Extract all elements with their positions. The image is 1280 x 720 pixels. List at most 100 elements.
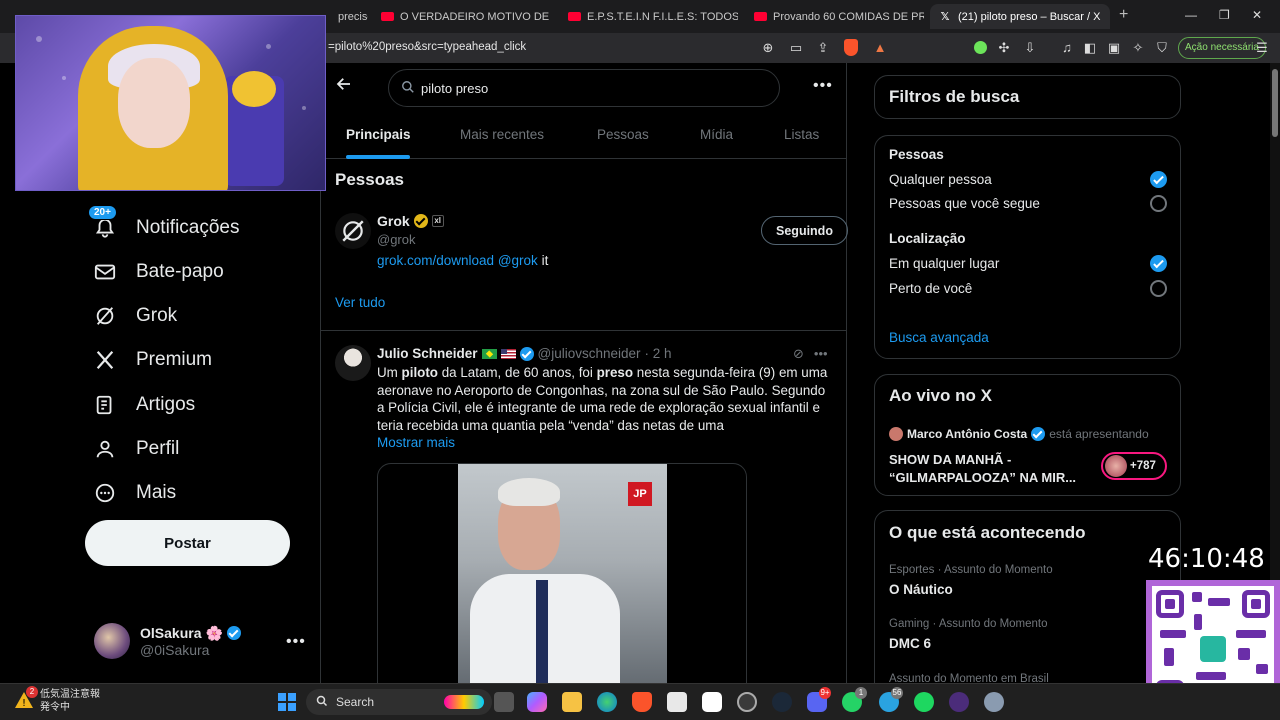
tweet-time[interactable]: · 2 h — [645, 346, 672, 361]
tab-listas[interactable]: Listas — [784, 127, 819, 142]
tab-midia[interactable]: Mídia — [700, 127, 733, 142]
app-purple-icon[interactable] — [949, 692, 969, 712]
sidebar-item-profile[interactable]: Perfil — [92, 436, 179, 462]
grok-analyze-icon[interactable]: ⊘ — [793, 346, 804, 362]
sidebar-item-premium[interactable]: Premium — [92, 347, 212, 373]
person-icon — [92, 436, 118, 462]
trend-name[interactable]: O Náutico — [889, 582, 953, 597]
bio-link-download[interactable]: grok.com/download — [377, 253, 494, 268]
trend-name[interactable]: DMC 6 — [889, 636, 931, 651]
radio-checked-icon[interactable] — [1150, 255, 1167, 272]
task-view-icon[interactable] — [494, 692, 514, 712]
edge-icon[interactable] — [597, 692, 617, 712]
zoom-icon[interactable]: ⊕ — [760, 40, 776, 56]
weather-widget[interactable]: 低気温注意報 発令中 — [40, 688, 100, 714]
tweet-more-icon[interactable]: ••• — [814, 346, 828, 362]
extensions-icon[interactable]: ✣ — [996, 40, 1012, 56]
post-button[interactable]: Postar — [85, 520, 290, 566]
settings-icon[interactable] — [984, 692, 1004, 712]
obs-icon[interactable] — [737, 692, 757, 712]
steam-icon[interactable] — [772, 692, 792, 712]
wallet-icon[interactable]: ▣ — [1106, 40, 1122, 56]
advanced-search-link[interactable]: Busca avançada — [889, 330, 989, 345]
live-host-row[interactable]: Marco Antônio Costa está apresentando — [889, 427, 1149, 441]
browser-tab-x-active[interactable]: 𝕏 (21) piloto preso – Buscar / X ✕ — [930, 4, 1110, 29]
bio-mention[interactable]: @grok — [498, 253, 538, 268]
browser-tab-fragment[interactable]: preciso c — [330, 4, 368, 29]
sidebar-item-more[interactable]: Mais — [92, 480, 176, 506]
ai-icon[interactable]: ✧ — [1130, 40, 1146, 56]
maximize-icon[interactable]: ❐ — [1219, 8, 1230, 22]
sidebar-item-label: Mais — [136, 482, 177, 503]
browser-tab-youtube-3[interactable]: Provando 60 COMIDAS DE PRAIA — [746, 4, 924, 29]
filter-near-you[interactable]: Perto de você — [889, 280, 1171, 297]
browser-tab-youtube-2[interactable]: E.P.S.T.E.I.N F.I.L.E.S: TODOS os SEG — [560, 4, 738, 29]
minimize-icon[interactable]: — — [1185, 8, 1197, 22]
menu-icon[interactable]: ☰ — [1254, 40, 1270, 56]
search-more-icon[interactable]: ••• — [813, 77, 833, 95]
new-tab-icon[interactable]: + — [1119, 6, 1128, 24]
live-listeners-pill[interactable]: +787 — [1101, 452, 1167, 480]
tab-mais-recentes[interactable]: Mais recentes — [460, 127, 544, 142]
capcut-icon[interactable] — [702, 692, 722, 712]
see-all-link[interactable]: Ver tudo — [335, 295, 385, 310]
sidebar-item-articles[interactable]: Artigos — [92, 392, 195, 418]
radio-empty-icon[interactable] — [1150, 195, 1167, 212]
brave-rewards-icon[interactable]: ▲ — [872, 40, 888, 56]
windows-taskbar: ! 2 低気温注意報 発令中 Search 9+ 1 56 — [0, 683, 1280, 720]
author-handle[interactable]: @juliovschneider — [538, 346, 641, 361]
file-explorer-icon[interactable] — [562, 692, 582, 712]
windows-start-icon[interactable] — [278, 693, 296, 711]
share-icon[interactable]: ⇪ — [815, 40, 831, 56]
search-input[interactable]: piloto preso — [388, 69, 780, 107]
tweet-media[interactable]: JP — [377, 463, 747, 683]
filter-anywhere[interactable]: Em qualquer lugar — [889, 255, 1171, 272]
filter-people-you-follow[interactable]: Pessoas que você segue — [889, 195, 1171, 212]
live-show-title[interactable]: SHOW DA MANHÃ - “GILMARPALOOZA” NA MIR..… — [889, 451, 1089, 487]
trend-category: Assunto do Momento em Brasil — [889, 673, 1049, 683]
action-required-button[interactable]: Ação necessária — [1178, 37, 1266, 59]
sidebar-item-chat[interactable]: Bate-papo — [92, 259, 224, 285]
filter-anyone[interactable]: Qualquer pessoa — [889, 171, 1171, 188]
scrollbar-thumb[interactable] — [1272, 69, 1278, 137]
radio-empty-icon[interactable] — [1150, 280, 1167, 297]
download-icon[interactable]: ⇩ — [1022, 40, 1038, 56]
tie-shape — [536, 580, 548, 683]
account-switcher[interactable]: OlSakura 🌸 @0iSakura — [94, 623, 241, 659]
webcam-overlay — [15, 15, 326, 191]
following-button[interactable]: Seguindo — [761, 216, 848, 245]
radio-checked-icon[interactable] — [1150, 171, 1167, 188]
qr-eye — [1156, 590, 1184, 618]
close-window-icon[interactable]: ✕ — [1252, 8, 1262, 22]
tweet-text: Um piloto da Latam, de 60 anos, foi pres… — [377, 365, 828, 433]
filters-title: Filtros de busca — [889, 87, 1020, 106]
vpn-shield-icon[interactable]: ⛉ — [1154, 40, 1170, 56]
store-icon[interactable] — [667, 692, 687, 712]
music-icon[interactable]: ♫ — [1059, 40, 1075, 56]
cast-icon[interactable]: ▭ — [788, 40, 804, 56]
brave-icon[interactable] — [632, 692, 652, 712]
account-more-icon[interactable]: ••• — [286, 633, 306, 651]
user-name: Grok — [377, 213, 410, 229]
spotify-icon[interactable] — [914, 692, 934, 712]
back-arrow-icon[interactable] — [335, 75, 353, 98]
copilot-icon[interactable] — [527, 692, 547, 712]
sidebar-item-grok[interactable]: Grok — [92, 303, 177, 329]
taskbar-search[interactable]: Search — [306, 689, 492, 715]
qr-module — [1208, 598, 1230, 606]
tab-principais[interactable]: Principais — [346, 127, 411, 142]
url-field[interactable]: =piloto%20preso&src=typeahead_click — [328, 41, 526, 53]
extension-green-icon[interactable] — [974, 41, 987, 54]
tab-pessoas[interactable]: Pessoas — [597, 127, 649, 142]
profile-name-row: OlSakura 🌸 — [140, 625, 241, 642]
sidebar-item-notifications[interactable]: 20+ Notificações — [88, 205, 240, 241]
bell-icon: 20+ — [88, 205, 118, 241]
author-name[interactable]: Julio Schneider — [377, 346, 478, 361]
show-more-link[interactable]: Mostrar mais — [377, 435, 455, 450]
brave-shields-icon[interactable] — [844, 39, 858, 56]
notification-badge: 20+ — [88, 205, 117, 220]
sidebar-item-label: Grok — [136, 305, 178, 326]
avatar[interactable] — [335, 345, 371, 381]
browser-tab-youtube-1[interactable]: O VERDADEIRO MOTIVO DE JET L — [373, 4, 551, 29]
sidebar-icon[interactable]: ◧ — [1082, 40, 1098, 56]
